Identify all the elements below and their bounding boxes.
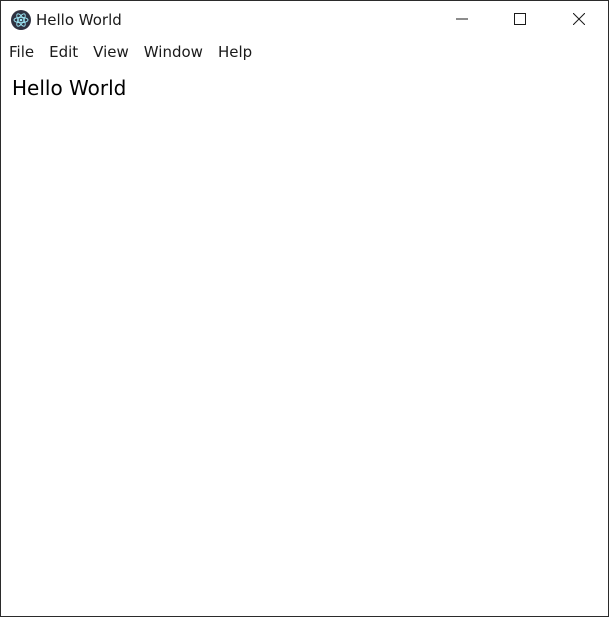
minimize-button[interactable] [433,1,491,38]
menu-file[interactable]: File [1,38,41,67]
menu-edit[interactable]: Edit [41,38,85,67]
maximize-icon [514,10,526,29]
close-button[interactable] [550,1,608,38]
electron-atom-icon [11,10,31,30]
menu-view[interactable]: View [85,38,136,67]
menu-help[interactable]: Help [210,38,259,67]
menu-window[interactable]: Window [136,38,210,67]
title-bar[interactable]: Hello World [1,1,608,38]
app-window: Hello World File Edit View Window Help H… [0,0,609,617]
page-heading: Hello World [12,76,127,100]
close-icon [572,10,586,29]
maximize-button[interactable] [491,1,549,38]
minimize-icon [456,10,468,29]
window-title: Hello World [36,11,122,29]
menu-bar: File Edit View Window Help [1,38,608,67]
